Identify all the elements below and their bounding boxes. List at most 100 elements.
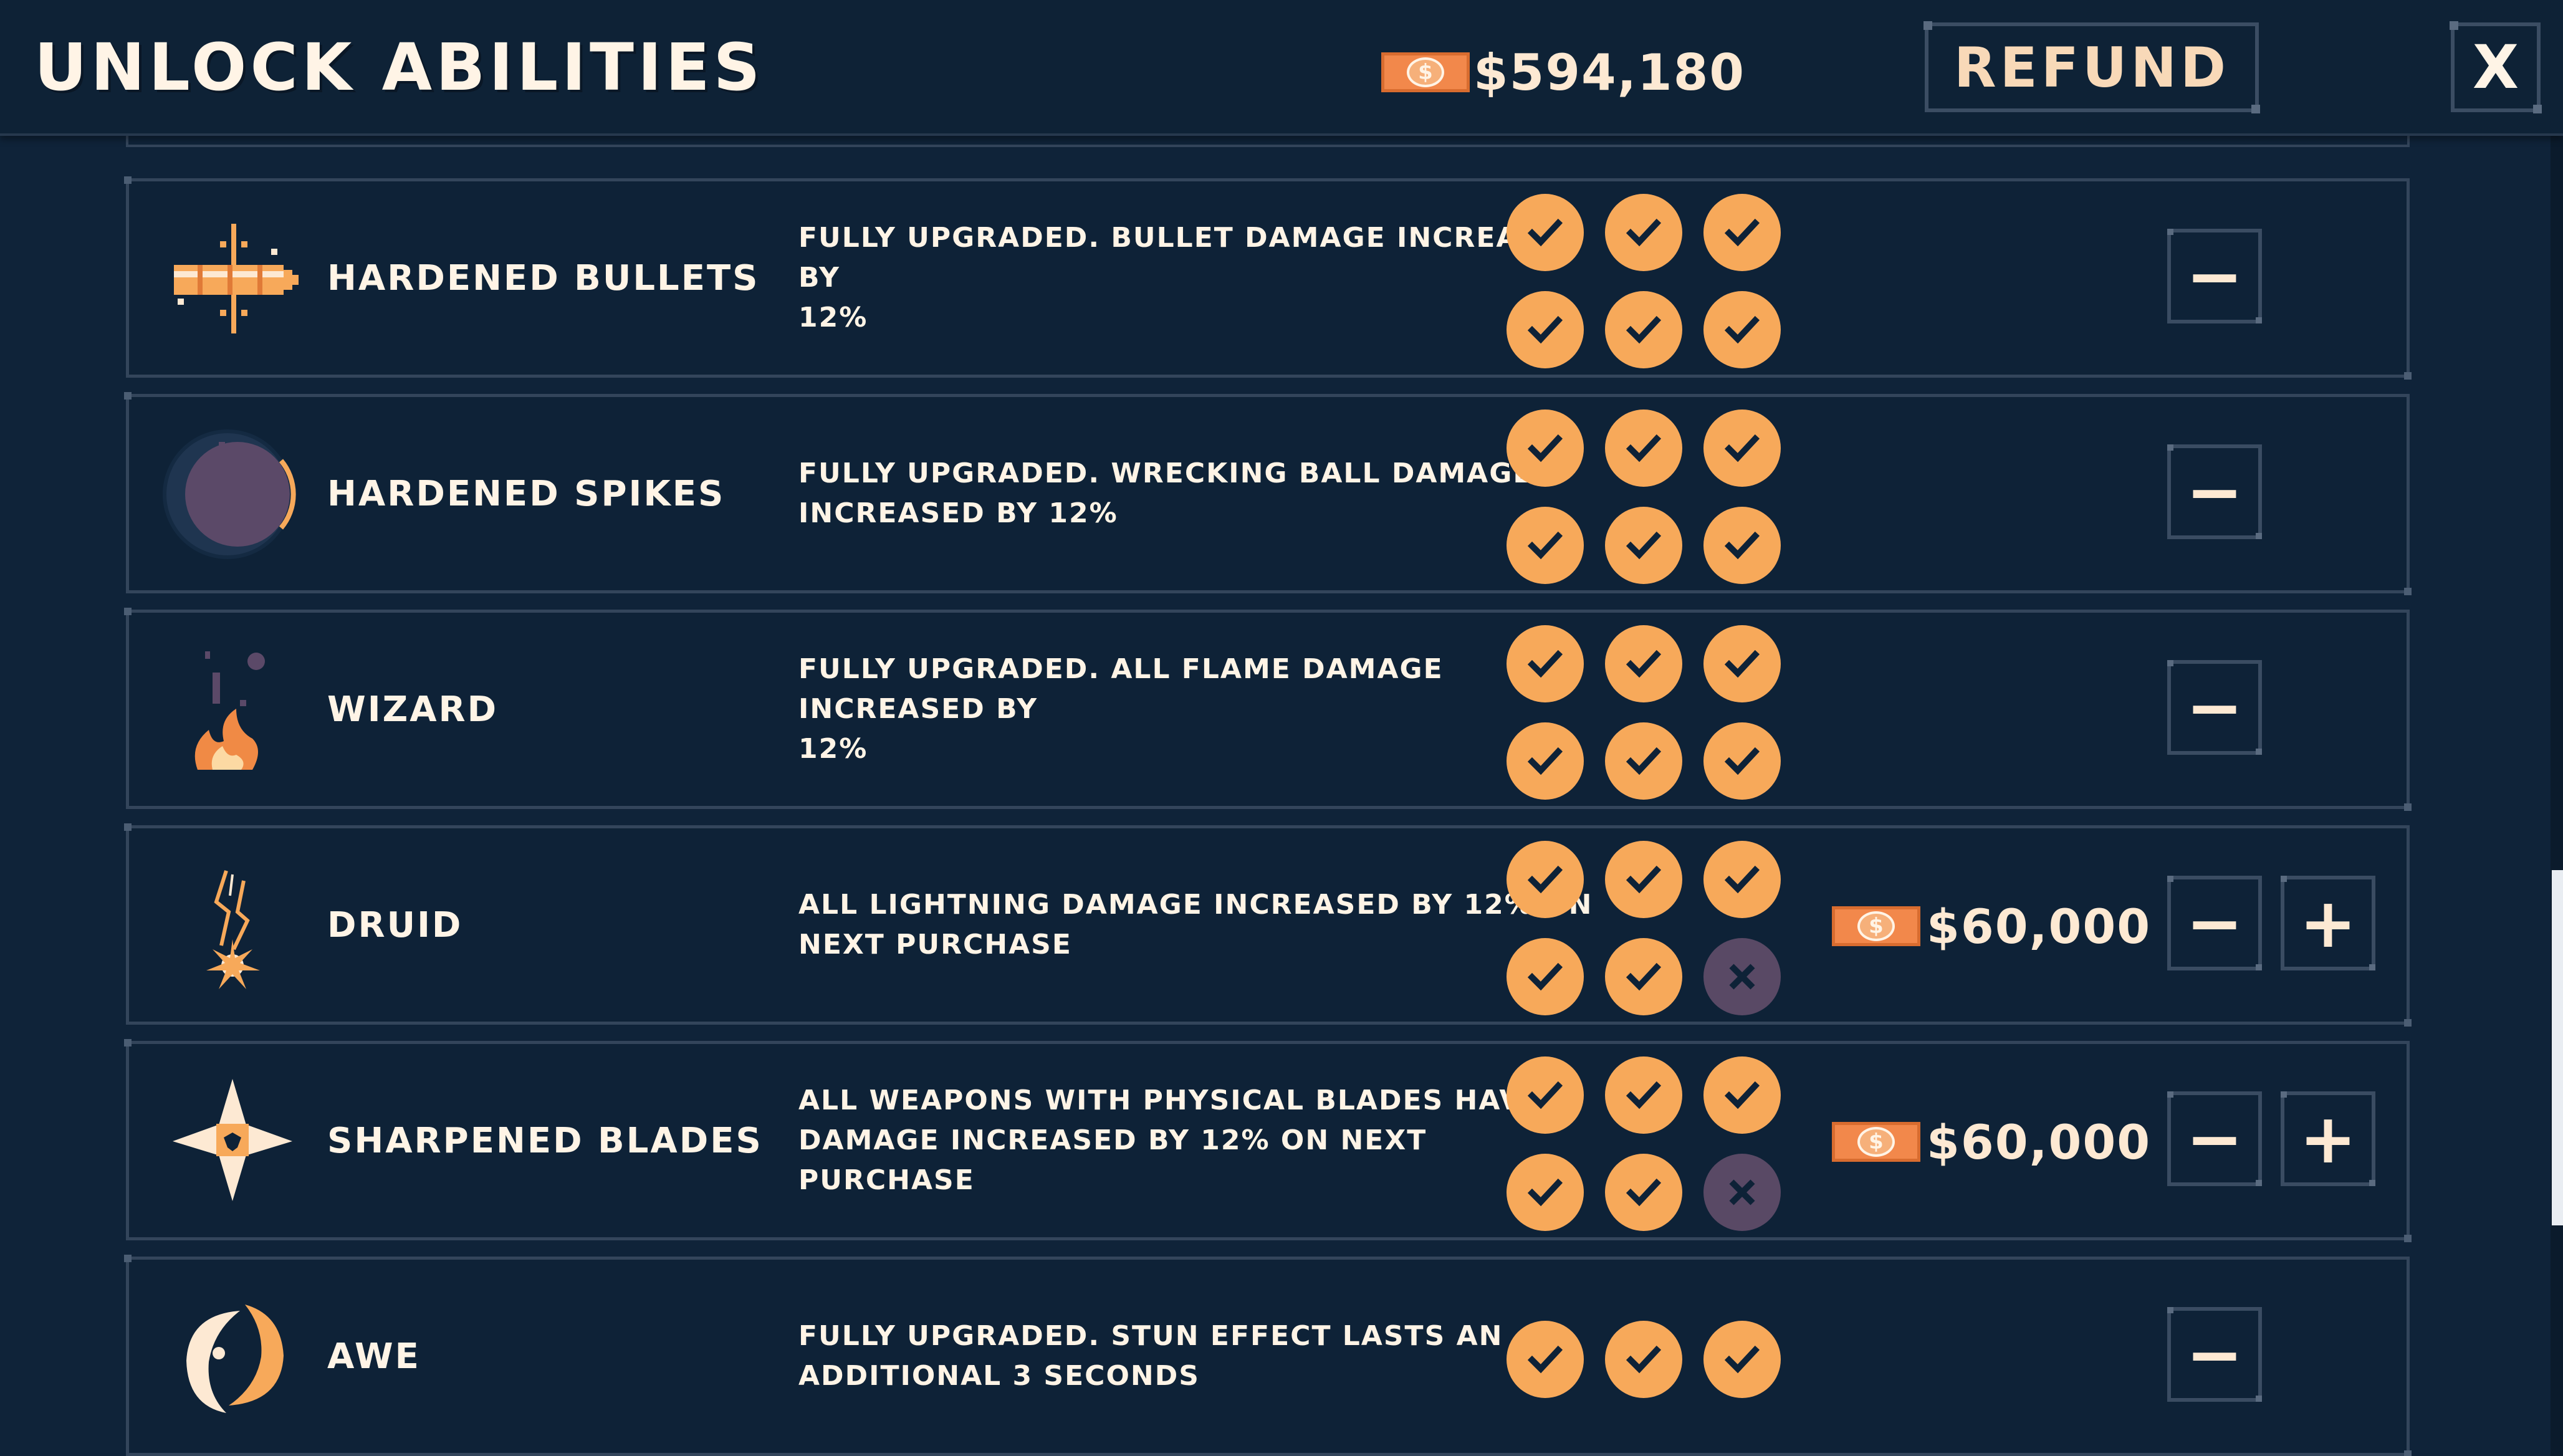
description-line: FULLY UPGRADED. WRECKING BALL DAMAGE: [798, 457, 1533, 489]
minus-icon: −: [2185, 1099, 2244, 1179]
upgrade-pip-unlocked: [1605, 1056, 1682, 1134]
price-amount: $60,000: [1927, 898, 2152, 954]
downgrade-button[interactable]: −: [2167, 1307, 2262, 1402]
upgrade-pip-unlocked: [1507, 841, 1584, 918]
checkmark-icon: [1626, 649, 1662, 678]
refund-button[interactable]: REFUND: [1923, 21, 2260, 113]
upgrade-pip-unlocked: [1605, 291, 1682, 368]
minus-icon: −: [2185, 668, 2244, 747]
minus-icon: −: [2185, 883, 2244, 963]
ability-row-wizard: WIZARD FULLY UPGRADED. ALL FLAME DAMAGE …: [124, 608, 2412, 811]
checkmark-icon: [1626, 865, 1662, 894]
checkmark-icon: [1626, 434, 1662, 462]
shuriken-icon: [159, 1068, 306, 1215]
ability-description: FULLY UPGRADED. STUN EFFECT LASTS AN ADDI…: [798, 1260, 1609, 1453]
flame-icon: [159, 636, 306, 783]
downgrade-button[interactable]: −: [2167, 1091, 2262, 1186]
upgrade-pip-unlocked: [1703, 194, 1781, 271]
downgrade-button[interactable]: −: [2167, 229, 2262, 323]
description-line: 12%: [798, 302, 868, 333]
upgrade-pip-unlocked: [1507, 1154, 1584, 1231]
downgrade-button[interactable]: −: [2167, 876, 2262, 970]
upgrade-pip-unlocked: [1605, 722, 1682, 800]
upgrade-pip-unlocked: [1605, 841, 1682, 918]
upgrade-pip-unlocked: [1703, 291, 1781, 368]
checkmark-icon: [1626, 531, 1662, 560]
stun-swirl-icon: [159, 1283, 306, 1430]
upgrade-pip-unlocked: [1507, 722, 1584, 800]
ability-row-hardened-bullets: HARDENED BULLETS FULLY UPGRADED. BULLET …: [124, 176, 2412, 380]
checkmark-icon: [1724, 865, 1760, 894]
checkmark-icon: [1527, 218, 1563, 247]
close-button[interactable]: X: [2450, 21, 2542, 113]
upgrade-price: $ $60,000: [1832, 898, 2151, 954]
description-line: ALL LIGHTNING DAMAGE INCREASED BY 12% ON: [798, 889, 1593, 921]
ability-name: DRUID: [327, 904, 463, 946]
cash-icon: $: [1381, 52, 1470, 92]
ability-row-hardened-spikes: HARDENED SPIKES FULLY UPGRADED. WRECKING…: [124, 392, 2412, 595]
upgrade-pip-unlocked: [1507, 507, 1584, 584]
checkmark-icon: [1527, 1345, 1563, 1374]
upgrade-price: $ $60,000: [1832, 1114, 2151, 1170]
plus-icon: +: [2299, 883, 2357, 963]
description-line: DAMAGE INCREASED BY 12% ON NEXT PURCHASE: [798, 1124, 1427, 1196]
description-line: ALL WEAPONS WITH PHYSICAL BLADES HAVE: [798, 1085, 1542, 1116]
wrecking-ball-icon: [159, 421, 306, 568]
upgrade-pip-unlocked: [1605, 194, 1682, 271]
x-icon: [1729, 964, 1755, 990]
checkmark-icon: [1626, 1081, 1662, 1109]
checkmark-icon: [1626, 218, 1662, 247]
checkmark-icon: [1626, 315, 1662, 344]
downgrade-button[interactable]: −: [2167, 660, 2262, 755]
upgrade-pip-unlocked: [1703, 507, 1781, 584]
ability-description: FULLY UPGRADED. ALL FLAME DAMAGE INCREAS…: [798, 613, 1609, 806]
upgrade-pip-unlocked: [1507, 291, 1584, 368]
ability-row-awe: AWE FULLY UPGRADED. STUN EFFECT LASTS AN…: [124, 1255, 2412, 1456]
ability-name: SHARPENED BLADES: [327, 1120, 763, 1161]
description-line: FULLY UPGRADED. STUN EFFECT LASTS AN: [798, 1320, 1503, 1352]
description-line: NEXT PURCHASE: [798, 929, 1072, 960]
checkmark-icon: [1724, 218, 1760, 247]
upgrade-pip-locked: [1703, 938, 1781, 1015]
upgrade-pip-unlocked: [1703, 625, 1781, 702]
bullet-icon: [159, 205, 306, 352]
cash-icon-symbol: $: [1857, 1127, 1895, 1157]
upgrade-pip-unlocked: [1605, 938, 1682, 1015]
checkmark-icon: [1527, 747, 1563, 775]
upgrade-pip-unlocked: [1605, 1154, 1682, 1231]
checkmark-icon: [1626, 962, 1662, 991]
checkmark-icon: [1724, 747, 1760, 775]
balance-amount: $594,180: [1473, 43, 1746, 102]
ability-name: AWE: [327, 1336, 421, 1377]
ability-row-druid: DRUID ALL LIGHTNING DAMAGE INCREASED BY …: [124, 823, 2412, 1027]
scrollbar-track[interactable]: [2551, 133, 2563, 1456]
abilities-list[interactable]: HARDENED BULLETS FULLY UPGRADED. BULLET …: [0, 133, 2563, 1456]
checkmark-icon: [1626, 747, 1662, 775]
checkmark-icon: [1527, 531, 1563, 560]
header-bar: UNLOCK ABILITIES $ $594,180 REFUND X: [0, 0, 2563, 136]
cash-icon: $: [1832, 1122, 1920, 1162]
lightning-icon: [159, 852, 306, 999]
minus-icon: −: [2185, 452, 2244, 532]
checkmark-icon: [1527, 1178, 1563, 1207]
description-line: FULLY UPGRADED. ALL FLAME DAMAGE INCREAS…: [798, 653, 1444, 725]
downgrade-button[interactable]: −: [2167, 444, 2262, 539]
upgrade-button[interactable]: +: [2281, 876, 2375, 970]
checkmark-icon: [1724, 315, 1760, 344]
description-line: ADDITIONAL 3 SECONDS: [798, 1360, 1200, 1392]
checkmark-icon: [1527, 1081, 1563, 1109]
scrollbar-thumb[interactable]: [2552, 870, 2563, 1225]
checkmark-icon: [1626, 1178, 1662, 1207]
price-amount: $60,000: [1927, 1114, 2152, 1170]
checkmark-icon: [1527, 434, 1563, 462]
upgrade-pip-unlocked: [1507, 625, 1584, 702]
checkmark-icon: [1724, 649, 1760, 678]
cash-icon-symbol: $: [1407, 57, 1444, 87]
minus-icon: −: [2185, 1315, 2244, 1394]
upgrade-pip-locked: [1703, 1154, 1781, 1231]
upgrade-pip-unlocked: [1605, 625, 1682, 702]
checkmark-icon: [1724, 1345, 1760, 1374]
upgrade-pip-unlocked: [1605, 507, 1682, 584]
ability-description: FULLY UPGRADED. BULLET DAMAGE INCREASED …: [798, 181, 1609, 375]
upgrade-button[interactable]: +: [2281, 1091, 2375, 1186]
